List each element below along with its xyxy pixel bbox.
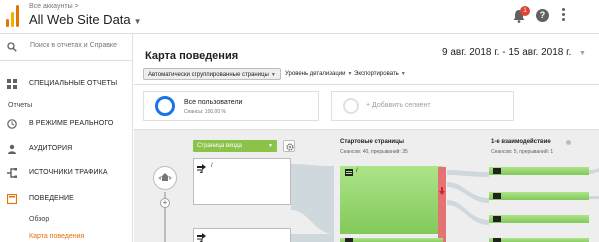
tab-label: Автоматически сгруппированные страницы [148, 72, 269, 78]
sidebar-subitem-behavior-flow[interactable]: Карта поведения [29, 233, 84, 240]
chevron-down-icon: ▼ [400, 71, 406, 77]
column-stats-starting-pages: Сеансов: 40, прерываний: 35 [340, 149, 408, 155]
tab-label: Уровень детализации [285, 71, 346, 77]
flow-node-entry[interactable] [193, 228, 291, 242]
column-title-first-interaction: 1-е взаимодействие [491, 139, 551, 145]
flow-node-starting-page[interactable]: / [340, 166, 443, 234]
chevron-down-icon: ▼ [270, 72, 276, 78]
flow-node-interaction[interactable] [489, 192, 589, 200]
merge-arrows-icon [197, 164, 206, 173]
title-bar: Карта поведения 9 авг. 2018 г. - 15 авг.… [134, 34, 599, 64]
page-icon [345, 238, 353, 242]
gear-icon[interactable] [283, 140, 295, 152]
sidebar-item-realtime[interactable]: В РЕЖИМЕ РЕАЛЬНОГО [0, 114, 133, 134]
acquisition-icon [7, 168, 17, 178]
dropoff-bar[interactable] [438, 167, 446, 242]
segment-area: Все пользователи Сеансы: 100,00 % + Доба… [134, 84, 599, 127]
flow-node-interaction[interactable] [489, 238, 589, 242]
dropoff-arrow-icon [439, 187, 445, 195]
page-icon [493, 216, 501, 222]
page-icon [345, 169, 353, 176]
sidebar-item-audience[interactable]: АУДИТОРИЯ [0, 139, 133, 159]
page-icon [493, 238, 501, 242]
search-input[interactable] [30, 42, 130, 49]
tab-export[interactable]: Экспортировать ▼ [350, 68, 410, 80]
segment-name: Все пользователи [184, 99, 243, 106]
column-title-starting-pages: Стартовые страницы [340, 139, 404, 145]
flow-node-interaction[interactable] [489, 167, 589, 175]
divider [0, 60, 133, 61]
page-icon [493, 193, 501, 199]
info-icon[interactable] [566, 140, 571, 145]
report-toolbar: Автоматически сгруппированные страницы ▼ … [134, 66, 599, 80]
help-icon[interactable]: ? [536, 9, 549, 22]
segment-ring-icon [155, 96, 175, 116]
empty-segment-icon [343, 98, 359, 114]
segment-sessions: Сеансы: 100,00 % [184, 109, 226, 115]
node-label: / [356, 168, 358, 174]
page-title: Карта поведения [145, 50, 239, 62]
sidebar-subitem-overview[interactable]: Обзор [29, 216, 49, 223]
segment-all-users[interactable]: Все пользователи Сеансы: 100,00 % [143, 91, 319, 121]
analytics-logo[interactable] [6, 5, 20, 27]
date-range-picker[interactable]: 9 авг. 2018 г. - 15 авг. 2018 г. [442, 47, 571, 58]
dimension-label: Страница входа [197, 143, 243, 149]
merge-arrows-icon [197, 233, 206, 242]
sidebar-item-label: ПОВЕДЕНИЕ [29, 195, 74, 202]
search-row [0, 36, 133, 58]
sidebar-item-custom-reports[interactable]: СПЕЦИАЛЬНЫЕ ОТЧЕТЫ [0, 74, 133, 94]
reports-section-label: Отчеты [8, 102, 33, 109]
sidebar-item-label: АУДИТОРИЯ [29, 145, 73, 152]
chevron-down-icon: ▼ [268, 143, 273, 149]
page-icon [493, 168, 501, 174]
flow-node-entry[interactable]: / [193, 158, 291, 205]
notification-badge: 1 [520, 6, 530, 16]
clock-icon [7, 119, 17, 129]
zoom-home-control[interactable] [153, 166, 177, 190]
grid-icon [7, 79, 17, 89]
tab-detail-level[interactable]: Уровень детализации ▼ [281, 68, 356, 80]
sidebar-item-label: СПЕЦИАЛЬНЫЕ ОТЧЕТЫ [29, 80, 118, 87]
tab-auto-grouped-pages[interactable]: Автоматически сгруппированные страницы ▼ [143, 68, 281, 80]
account-breadcrumb[interactable]: Все аккаунты > [29, 3, 79, 10]
column-stats-first-interaction: Сеансов: 5, прерываний: 1 [491, 149, 554, 155]
behavior-flow-chart: Страница входа ▼ Стартовые страницы Сеанс… [134, 129, 599, 242]
account-selector[interactable]: All Web Site Data ▼ [29, 12, 142, 27]
dimension-dropdown[interactable]: Страница входа ▼ [193, 140, 277, 152]
sidebar-item-label: В РЕЖИМЕ РЕАЛЬНОГО [29, 120, 114, 127]
kebab-menu-icon[interactable] [561, 8, 565, 22]
sidebar: СПЕЦИАЛЬНЫЕ ОТЧЕТЫ Отчеты В РЕЖИМЕ РЕАЛЬ… [0, 34, 133, 242]
sidebar-item-acquisition[interactable]: ИСТОЧНИКИ ТРАФИКА [0, 163, 133, 183]
main-content: Карта поведения 9 авг. 2018 г. - 15 авг.… [134, 34, 599, 242]
node-label: / [211, 163, 213, 169]
account-name: All Web Site Data [29, 12, 131, 27]
add-segment-button[interactable]: + Добавить сегмент [331, 91, 514, 121]
behavior-icon [7, 194, 17, 204]
flow-node-starting-page[interactable] [340, 238, 443, 242]
sidebar-item-behavior[interactable]: ПОВЕДЕНИЕ [0, 189, 133, 209]
tab-label: Экспортировать [354, 71, 399, 77]
chevron-down-icon[interactable]: ▼ [579, 50, 586, 57]
flow-node-interaction[interactable] [489, 215, 589, 223]
zoom-in-button[interactable]: + [160, 198, 170, 208]
search-icon [7, 42, 17, 52]
chevron-down-icon: ▼ [133, 17, 142, 26]
sidebar-item-label: ИСТОЧНИКИ ТРАФИКА [29, 169, 108, 176]
add-segment-label: + Добавить сегмент [366, 102, 431, 109]
person-icon [8, 144, 16, 154]
top-bar: Все аккаунты > All Web Site Data ▼ 1 ? [0, 0, 599, 34]
